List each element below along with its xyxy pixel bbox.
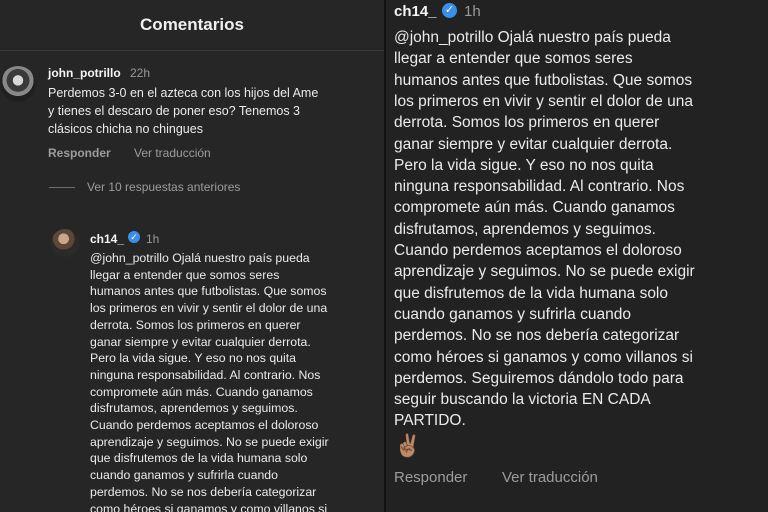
text-line: llegar a entender que somos seres: [394, 50, 633, 68]
view-replies-button[interactable]: Ver 10 respuestas anteriores: [87, 180, 240, 194]
text-line: ganar siempre y evitar cualquier derrota…: [90, 334, 311, 349]
text-line: @john_potrillo Ojalá nuestro país pueda: [90, 251, 310, 265]
text-line: @john_potrillo Ojalá nuestro país pueda: [394, 29, 671, 46]
comment-username[interactable]: john_potrillo: [48, 66, 121, 80]
text-line: que disfrutemos de la vida humana solo: [394, 284, 668, 302]
reply-time: 1h: [464, 3, 481, 20]
text-line: ninguna responsabilidad. Al contrario. N…: [394, 178, 685, 196]
text-line: derrota. Somos los primeros en querer: [394, 114, 660, 132]
text-line: aprendizaje y seguimos. No se puede exig…: [394, 263, 695, 281]
text-line: los primeros en vivir y sentir el dolor …: [90, 301, 328, 316]
translate-button[interactable]: Ver traducción: [134, 146, 211, 160]
victory-hand-emoji: ✌🏽: [394, 433, 422, 458]
verified-badge-icon: ✓: [128, 231, 140, 243]
header-divider: [0, 50, 384, 51]
text-line: humanos antes que futbolistas. Que somos: [394, 71, 693, 89]
text-line: Cuando perdemos aceptamos el doloroso: [394, 242, 682, 259]
text-line: derrota. Somos los primeros en querer: [90, 317, 301, 332]
reply-username[interactable]: ch14_: [90, 232, 124, 246]
avatar-john-potrillo[interactable]: [0, 66, 36, 102]
text-line: perdemos. Seguiremos dándolo todo para: [394, 369, 684, 387]
text-line: compromete aún más. Cuando ganamos: [394, 199, 675, 217]
reply-button[interactable]: Responder: [394, 469, 467, 486]
translate-button[interactable]: Ver traducción: [502, 469, 598, 486]
text-line: Pero la vida sigue. Y eso no nos quita: [90, 351, 297, 366]
text-line: como héroes si ganamos y como villanos s…: [90, 501, 328, 512]
text-line: clásicos chicha no chingues: [48, 122, 203, 136]
text-line: perdemos. No se nos debería categorizar: [394, 327, 680, 345]
reply-time: 1h: [146, 232, 160, 246]
text-line: ninguna responsabilidad. Al contrario. N…: [90, 367, 321, 382]
text-line: Perdemos 3-0 en el azteca con los hijos …: [48, 86, 319, 100]
text-line: Cuando perdemos aceptamos el doloroso: [90, 418, 319, 432]
text-line: seguir buscando la victoria EN CADA: [394, 391, 651, 409]
text-line: aprendizaje y seguimos. No se puede exig…: [90, 434, 329, 449]
text-line: disfrutamos, aprendemos y seguimos.: [90, 401, 298, 416]
verified-badge-icon: ✓: [442, 3, 457, 18]
text-line: perdemos. No se nos debería categorizar: [90, 484, 317, 499]
replies-divider: [49, 187, 75, 188]
text-line: compromete aún más. Cuando ganamos: [90, 384, 313, 399]
text-line: ganar siempre y evitar cualquier derrota…: [394, 135, 673, 153]
page-title: Comentarios: [140, 15, 244, 34]
comment-time: 22h: [130, 66, 151, 80]
text-line: Pero la vida sigue. Y eso no nos quita: [394, 156, 654, 174]
text-line: cuando ganamos y sufrirla cuando: [90, 468, 278, 483]
text-line: disfrutamos, aprendemos y seguimos.: [394, 220, 656, 238]
text-line: PARTIDO.: [394, 412, 466, 430]
reply-username[interactable]: ch14_: [394, 3, 437, 20]
text-line: y tienes el descaro de poner eso? Tenemo…: [48, 104, 301, 118]
text-line: cuando ganamos y sufrirla cuando: [394, 305, 631, 323]
text-line: los primeros en vivir y sentir el dolor …: [394, 92, 693, 110]
text-line: que disfrutemos de la vida humana solo: [90, 451, 308, 466]
comments-panel-right-zoomed: ch14_ ✓ 1h ✌🏽 Responder Ver traducción @…: [386, 0, 768, 512]
avatar-ch14[interactable]: [51, 229, 79, 257]
text-line: humanos antes que futbolistas. Que somos: [90, 284, 327, 299]
text-line: como héroes si ganamos y como villanos s…: [394, 348, 693, 366]
comments-panel-left: Comentarios john_potrillo 22h Responder …: [0, 0, 384, 512]
text-line: llegar a entender que somos seres: [90, 267, 280, 282]
reply-button[interactable]: Responder: [48, 146, 111, 160]
